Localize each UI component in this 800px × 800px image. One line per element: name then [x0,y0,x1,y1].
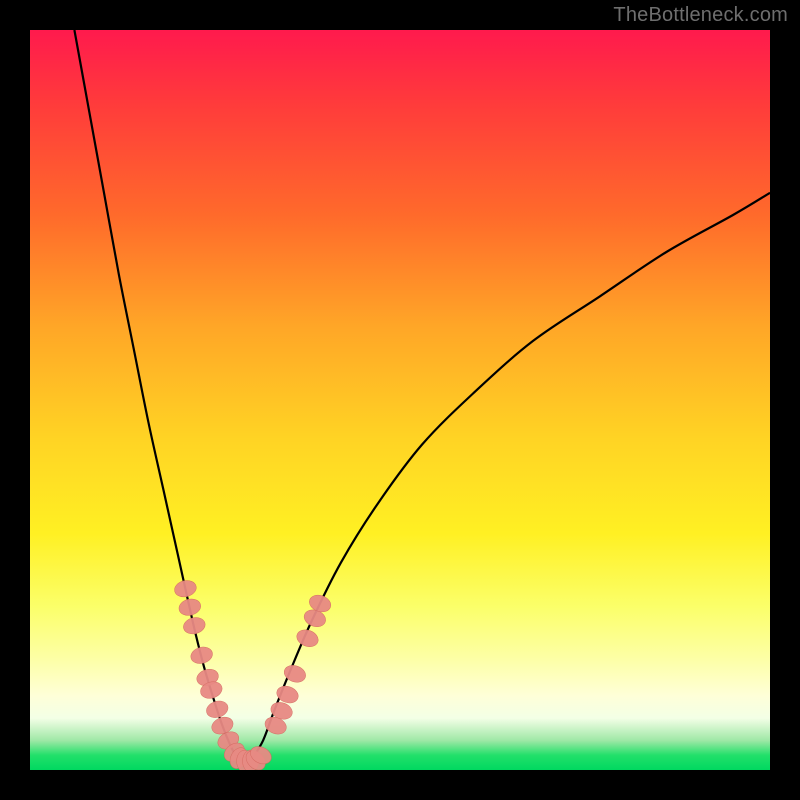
chart-svg [30,30,770,770]
marker [177,597,202,618]
curve-group [74,30,770,759]
marker [173,578,198,599]
marker-group [173,578,333,770]
plot-area [30,30,770,770]
marker [182,615,207,636]
chart-frame: TheBottleneck.com [0,0,800,800]
marker [189,645,214,666]
marker [294,627,320,650]
curve-right-branch [252,193,770,759]
curve-left-branch [74,30,237,759]
watermark-text: TheBottleneck.com [613,4,788,27]
